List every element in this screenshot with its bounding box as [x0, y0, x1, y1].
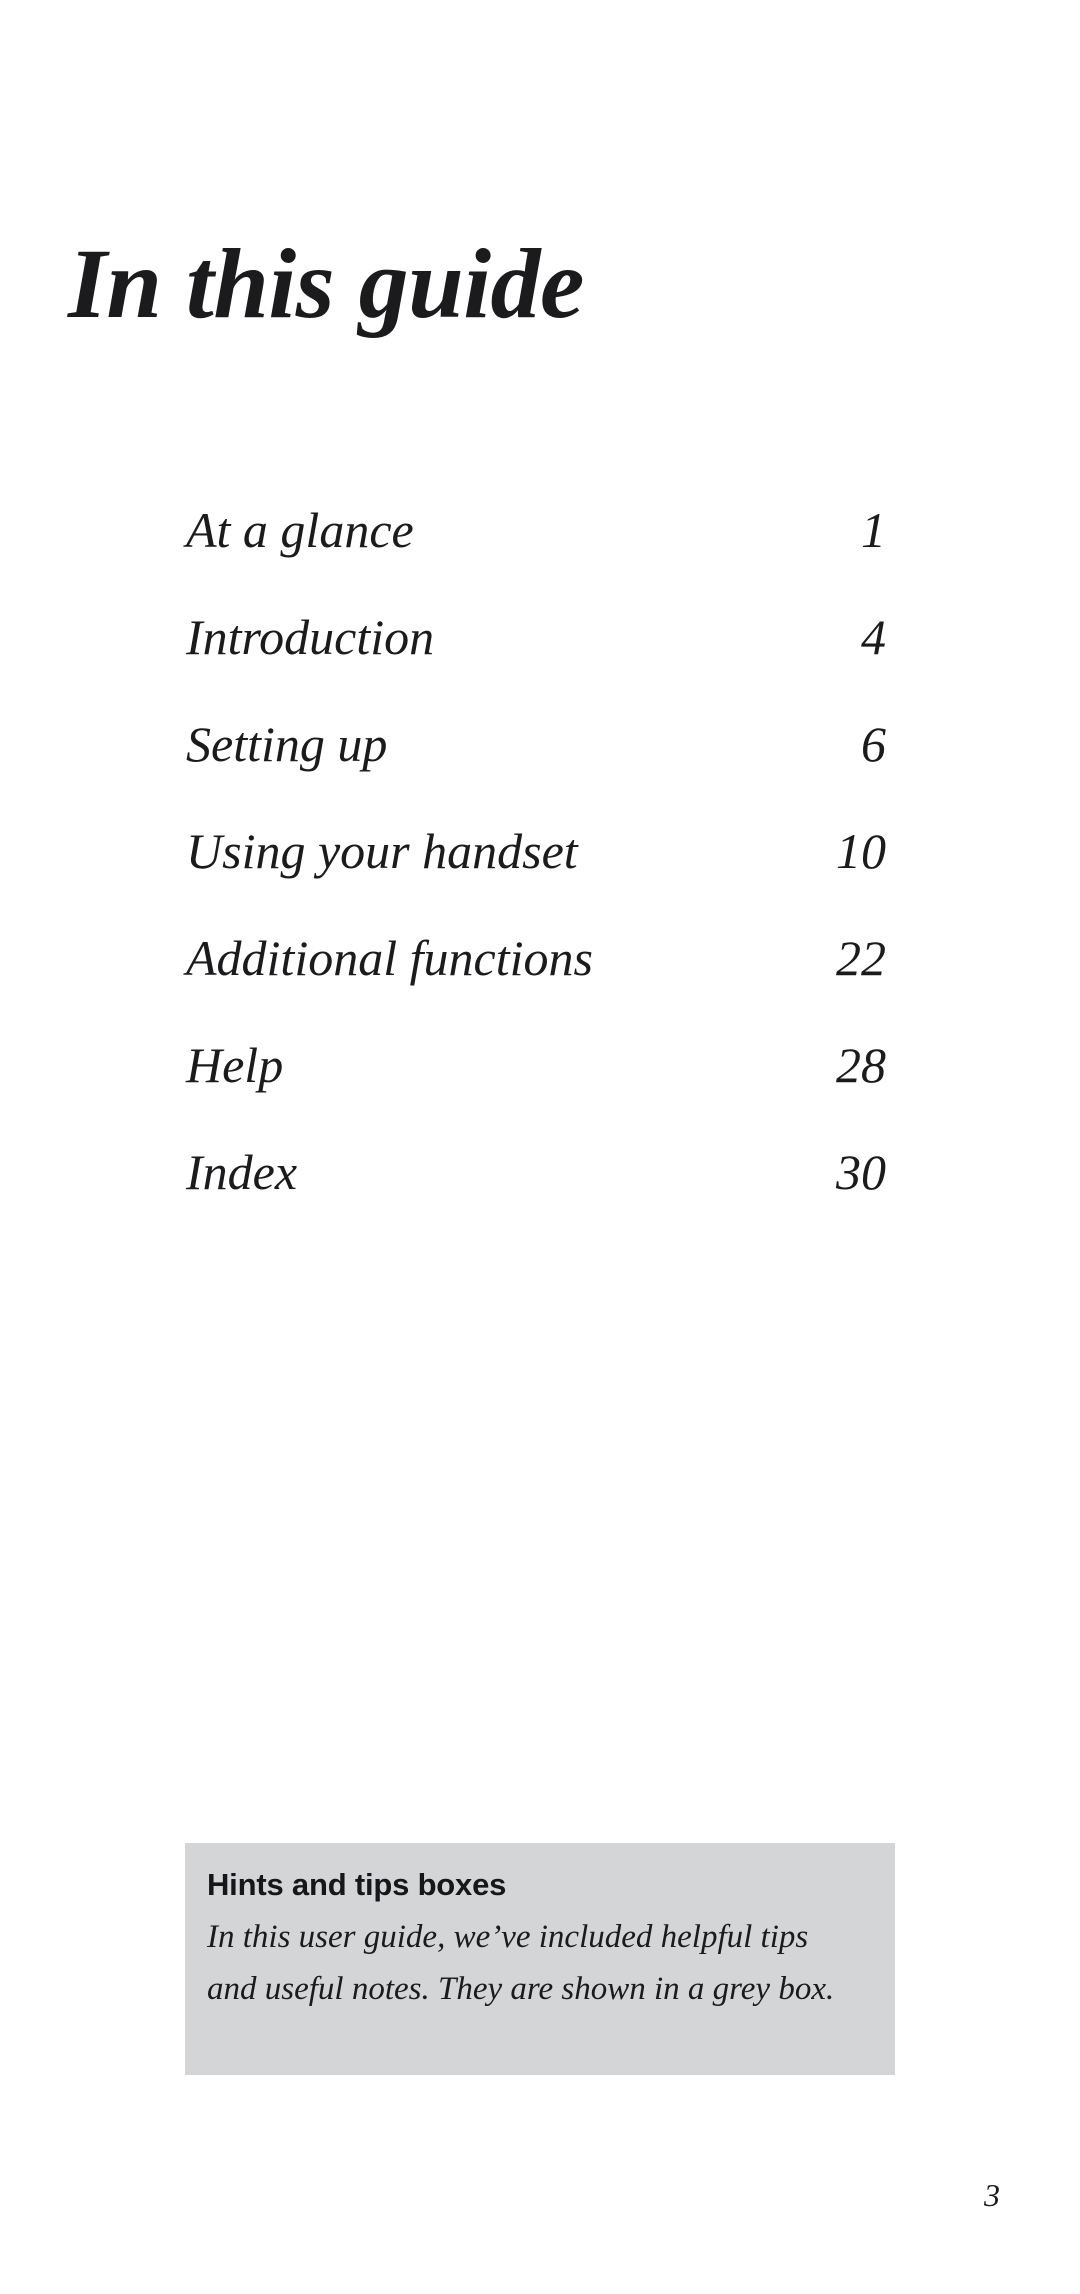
- toc-entry-page-number: 6: [861, 716, 886, 772]
- toc-entry-page-number: 30: [836, 1144, 886, 1200]
- toc-entry-label: Index: [186, 1144, 298, 1200]
- hints-box-heading: Hints and tips boxes: [207, 1867, 507, 1902]
- toc-entry-page-number: 1: [861, 502, 886, 558]
- document-page: In this guide At a glance 1 Introduction…: [0, 0, 1080, 2294]
- toc-entry-at-a-glance[interactable]: At a glance 1: [186, 498, 886, 605]
- table-of-contents: At a glance 1 Introduction 4 Setting up …: [186, 498, 886, 1247]
- toc-entry-label: At a glance: [186, 502, 414, 558]
- toc-entry-additional-functions[interactable]: Additional functions 22: [186, 926, 886, 1033]
- toc-entry-help[interactable]: Help 28: [186, 1033, 886, 1140]
- toc-entry-index[interactable]: Index 30: [186, 1140, 886, 1247]
- toc-entry-label: Additional functions: [186, 930, 593, 986]
- page-title: In this guide: [68, 228, 584, 339]
- hints-and-tips-box: Hints and tips boxes In this user guide,…: [185, 1843, 895, 2075]
- toc-entry-page-number: 10: [836, 823, 886, 879]
- toc-entry-setting-up[interactable]: Setting up 6: [186, 712, 886, 819]
- hints-box-body: In this user guide, we’ve included helpf…: [207, 1919, 835, 2007]
- toc-entry-using-your-handset[interactable]: Using your handset 10: [186, 819, 886, 926]
- page-number-folio: 3: [984, 2177, 1000, 2213]
- toc-entry-label: Setting up: [186, 716, 388, 772]
- toc-entry-label: Using your handset: [186, 823, 578, 879]
- toc-entry-label: Introduction: [186, 609, 435, 665]
- toc-entry-page-number: 4: [861, 609, 886, 665]
- toc-entry-page-number: 22: [836, 930, 886, 986]
- toc-entry-page-number: 28: [836, 1037, 886, 1093]
- toc-entry-introduction[interactable]: Introduction 4: [186, 605, 886, 712]
- toc-entry-label: Help: [186, 1037, 284, 1093]
